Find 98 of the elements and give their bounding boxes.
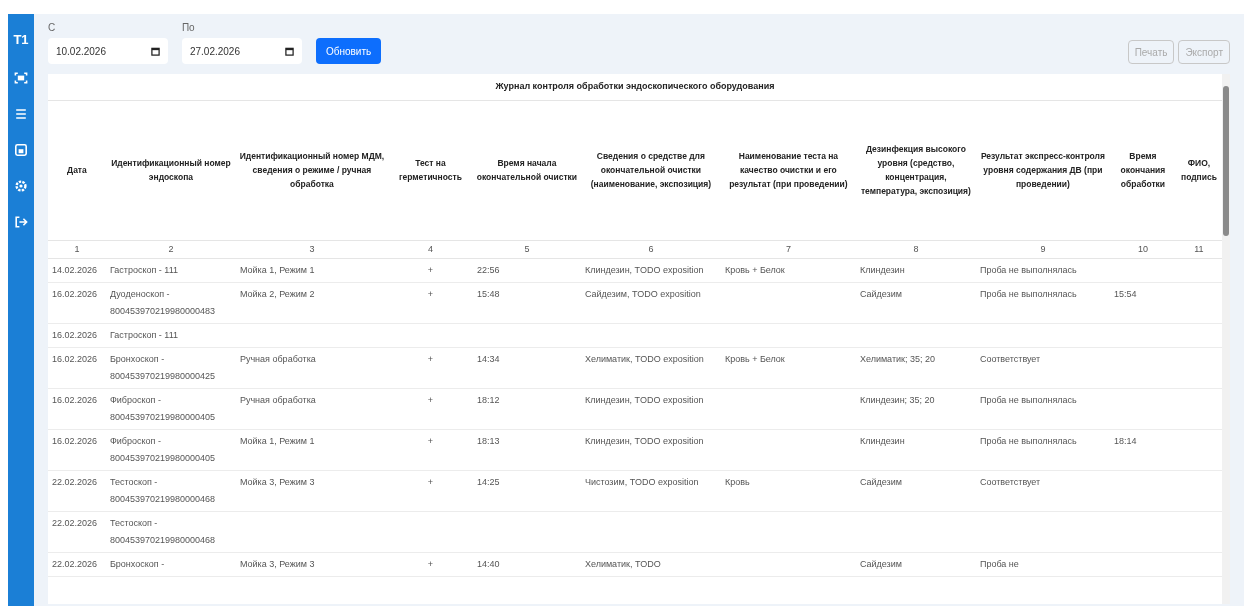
table-cell: Мойка 3, Режим 3: [235, 552, 388, 577]
table-cell: 14:40: [472, 552, 581, 577]
table-cell: +: [387, 258, 473, 283]
table-cell: 15:48: [472, 282, 581, 324]
date-field[interactable]: 10.02.2026: [47, 38, 168, 64]
logout-icon[interactable]: [12, 213, 29, 230]
date-field[interactable]: 27.02.2026: [181, 38, 302, 64]
table-cell: 15:54: [1109, 282, 1176, 324]
table-cell: Клиндезин; 35; 20: [855, 388, 976, 430]
table-cell: +: [387, 429, 473, 471]
table-cell: Проба не выполнялась: [975, 282, 1110, 324]
table-cell: Гастроскоп - 111: [105, 323, 236, 348]
scan-icon[interactable]: [12, 69, 29, 86]
column-header: Сведения о средстве для окончательной очистки (наименование, экспозиция): [580, 100, 721, 240]
table-cell: Тестоскоп - 800453970219980000468: [105, 511, 236, 553]
column-header: Время начала окончательной очистки: [472, 100, 581, 240]
scrollbar[interactable]: [1222, 74, 1230, 604]
table-cell: Клиндезин, TODO exposition: [580, 388, 721, 430]
table-cell: Проба не выполнялась: [975, 388, 1110, 430]
field-label: С: [47, 21, 57, 35]
table-cell: Сайдезим: [855, 552, 976, 577]
table-cell: Клиндезин: [855, 429, 976, 471]
column-number: 9: [975, 240, 1110, 259]
table-cell: Мойка 1, Режим 1: [235, 258, 388, 283]
table-cell: 16.02.2026: [47, 347, 106, 389]
column-header: Дата: [47, 100, 106, 240]
table-cell: +: [387, 388, 473, 430]
column-number: 5: [472, 240, 581, 259]
table-cell: Хелиматик, TODO exposition: [580, 347, 721, 389]
table-cell: 22.02.2026: [47, 511, 106, 553]
table-cell: Мойка 2, Режим 2: [235, 282, 388, 324]
table-cell: Фиброскоп - 800453970219980000405: [105, 388, 236, 430]
table-title: Журнал контроля обработки эндоскопического оборудования: [47, 74, 1222, 100]
table-cell: 18:13: [472, 429, 581, 471]
table-cell: Гастроскоп - 111: [105, 258, 236, 283]
table-cell: Мойка 3, Режим 3: [235, 470, 388, 512]
settings-icon[interactable]: [12, 177, 29, 194]
table-cell: Тестоскоп - 800453970219980000468: [105, 470, 236, 512]
column-header: Время окончания обработки: [1109, 100, 1176, 240]
column-header: Идентификационный номер эндоскопа: [105, 100, 236, 240]
table-cell: Хелиматик; 35; 20: [855, 347, 976, 389]
table-cell: +: [387, 470, 473, 512]
table-cell: Проба не выполнялась: [975, 429, 1110, 471]
table-cell: 22.02.2026: [47, 552, 106, 577]
table-cell: 14:34: [472, 347, 581, 389]
table-cell: +: [387, 552, 473, 577]
column-number: 7: [720, 240, 856, 259]
table-cell: Клиндезин, TODO exposition: [580, 429, 721, 471]
calendar-icon[interactable]: [150, 46, 160, 56]
column-header: Наименование теста на качество очистки и его результат (при проведении): [720, 100, 856, 240]
table-cell: Сайдезим: [855, 282, 976, 324]
table-cell: Клиндезин: [855, 258, 976, 283]
table-cell: 16.02.2026: [47, 323, 106, 348]
calendar-icon[interactable]: [284, 46, 294, 56]
table-cell: +: [387, 282, 473, 324]
table-cell: Соответствует: [975, 347, 1110, 389]
table-cell: Ручная обработка: [235, 388, 388, 430]
table-cell: Бронхоскоп - 800453970219980000425: [105, 347, 236, 389]
table-cell: Мойка 1, Режим 1: [235, 429, 388, 471]
table-cell: Чистозим, TODO exposition: [580, 470, 721, 512]
column-number: 3: [235, 240, 388, 259]
table-cell: Дуоденоскоп - 800453970219980000483: [105, 282, 236, 324]
table-cell: 14.02.2026: [47, 258, 106, 283]
table-cell: Соответствует: [975, 470, 1110, 512]
refresh-button[interactable]: Обновить: [315, 38, 382, 64]
table-cell: 16.02.2026: [47, 429, 106, 471]
column-number: 1: [47, 240, 106, 259]
table-cell: Кровь + Белок: [720, 258, 856, 283]
column-header: Дезинфекция высокого уровня (средство, концентрация, температура, экспозиция): [855, 100, 976, 240]
table-cell: 22.02.2026: [47, 470, 106, 512]
table-cell: 22:56: [472, 258, 581, 283]
field-label: По: [181, 21, 196, 35]
table-cell: Кровь + Белок: [720, 347, 856, 389]
column-header: Тест на герметичность: [387, 100, 473, 240]
table-cell: Сайдезим, TODO exposition: [580, 282, 721, 324]
column-number: 2: [105, 240, 236, 259]
table-cell: Клиндезин, TODO exposition: [580, 258, 721, 283]
table-cell: Бронхоскоп -: [105, 552, 236, 577]
table-cell: Фиброскоп - 800453970219980000405: [105, 429, 236, 471]
table-cell: Проба не выполнялась: [975, 258, 1110, 283]
column-number: 6: [580, 240, 721, 259]
table-cell: +: [387, 347, 473, 389]
table-cell: Хелиматик, TODO: [580, 552, 721, 577]
column-header: Результат экспресс-контроля уровня содержания ДВ (при проведении): [975, 100, 1110, 240]
table-cell: Кровь: [720, 470, 856, 512]
table-cell: Ручная обработка: [235, 347, 388, 389]
column-number: 4: [387, 240, 473, 259]
table-cell: Сайдезим: [855, 470, 976, 512]
table-cell: Проба не: [975, 552, 1110, 577]
app-logo[interactable]: T1: [13, 30, 29, 50]
column-header: Идентификационный номер МДМ, сведения о режиме / ручная обработка: [235, 100, 388, 240]
column-number: 8: [855, 240, 976, 259]
table-cell: 16.02.2026: [47, 282, 106, 324]
column-number: 10: [1109, 240, 1176, 259]
table-cell: 16.02.2026: [47, 388, 106, 430]
table-cell: 14:25: [472, 470, 581, 512]
table-cell: 18:12: [472, 388, 581, 430]
table-cell: 18:14: [1109, 429, 1176, 471]
